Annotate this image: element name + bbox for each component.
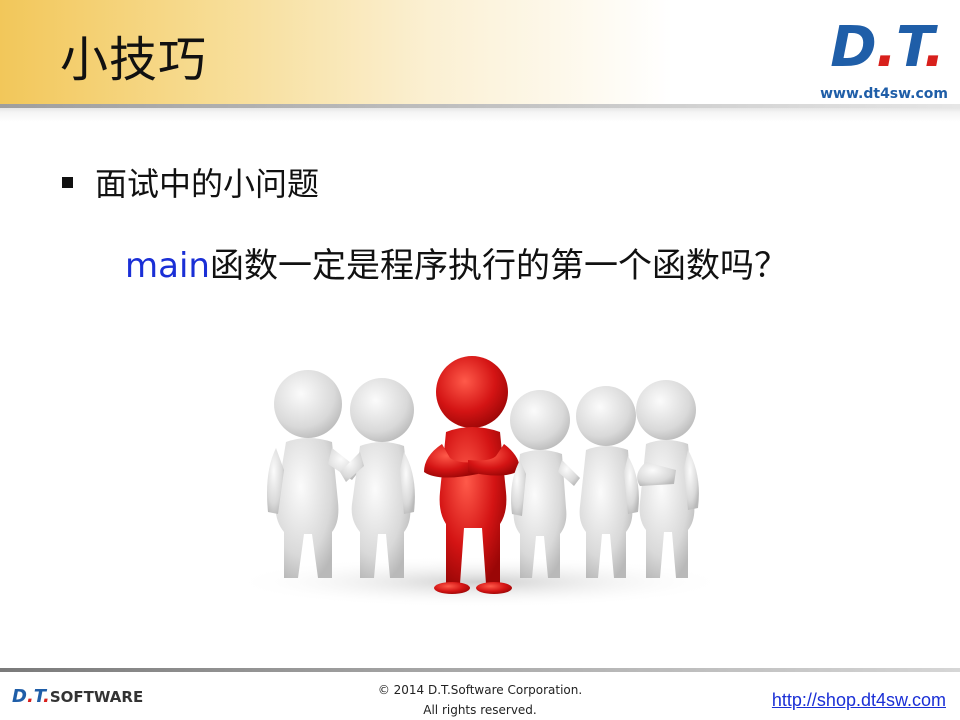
slide-title: 小技巧 bbox=[60, 32, 208, 88]
square-bullet-icon bbox=[62, 176, 73, 188]
header-divider bbox=[0, 104, 960, 122]
bullet-text: 面试中的小问题 bbox=[95, 165, 320, 203]
logo-letter-d: D bbox=[830, 15, 876, 80]
shop-link[interactable]: http://shop.dt4sw.com bbox=[772, 690, 946, 711]
footer-logo-letter-t: T bbox=[33, 686, 44, 707]
footer-logo-dot: . bbox=[26, 686, 34, 707]
footer-divider bbox=[0, 668, 960, 672]
question-text: main函数一定是程序执行的第一个函数吗？ bbox=[125, 238, 788, 287]
logo-dot: . bbox=[923, 15, 945, 80]
footer-logo-dot: . bbox=[43, 686, 50, 707]
footer-logo-software: SOFTWARE bbox=[49, 688, 144, 706]
copyright-line: © 2014 D.T.Software Corporation. bbox=[377, 683, 583, 697]
question-rest: 函数一定是程序执行的第一个函数吗？ bbox=[209, 246, 788, 286]
copyright-notice: © 2014 D.T.Software Corporation. All rig… bbox=[290, 680, 670, 720]
question-keyword: main bbox=[125, 246, 210, 286]
logo-url: www.dt4sw.com bbox=[820, 86, 948, 102]
logo-letter-t: T bbox=[896, 15, 925, 80]
copyright-line: All rights reserved. bbox=[423, 703, 537, 717]
white-figure bbox=[576, 386, 639, 578]
white-figure bbox=[636, 380, 699, 578]
logo-dot: . bbox=[875, 15, 897, 80]
white-figure bbox=[510, 390, 580, 578]
slide-header: 小技巧 D.T. www.dt4sw.com bbox=[0, 0, 960, 104]
footer-logo-letter-d: D bbox=[12, 686, 27, 707]
bullet-item: 面试中的小问题 bbox=[62, 162, 320, 203]
people-figures-illustration bbox=[230, 356, 730, 608]
dt-logo: D.T. bbox=[830, 20, 945, 76]
dt-software-logo: D.T.SOFTWARE bbox=[12, 686, 143, 707]
